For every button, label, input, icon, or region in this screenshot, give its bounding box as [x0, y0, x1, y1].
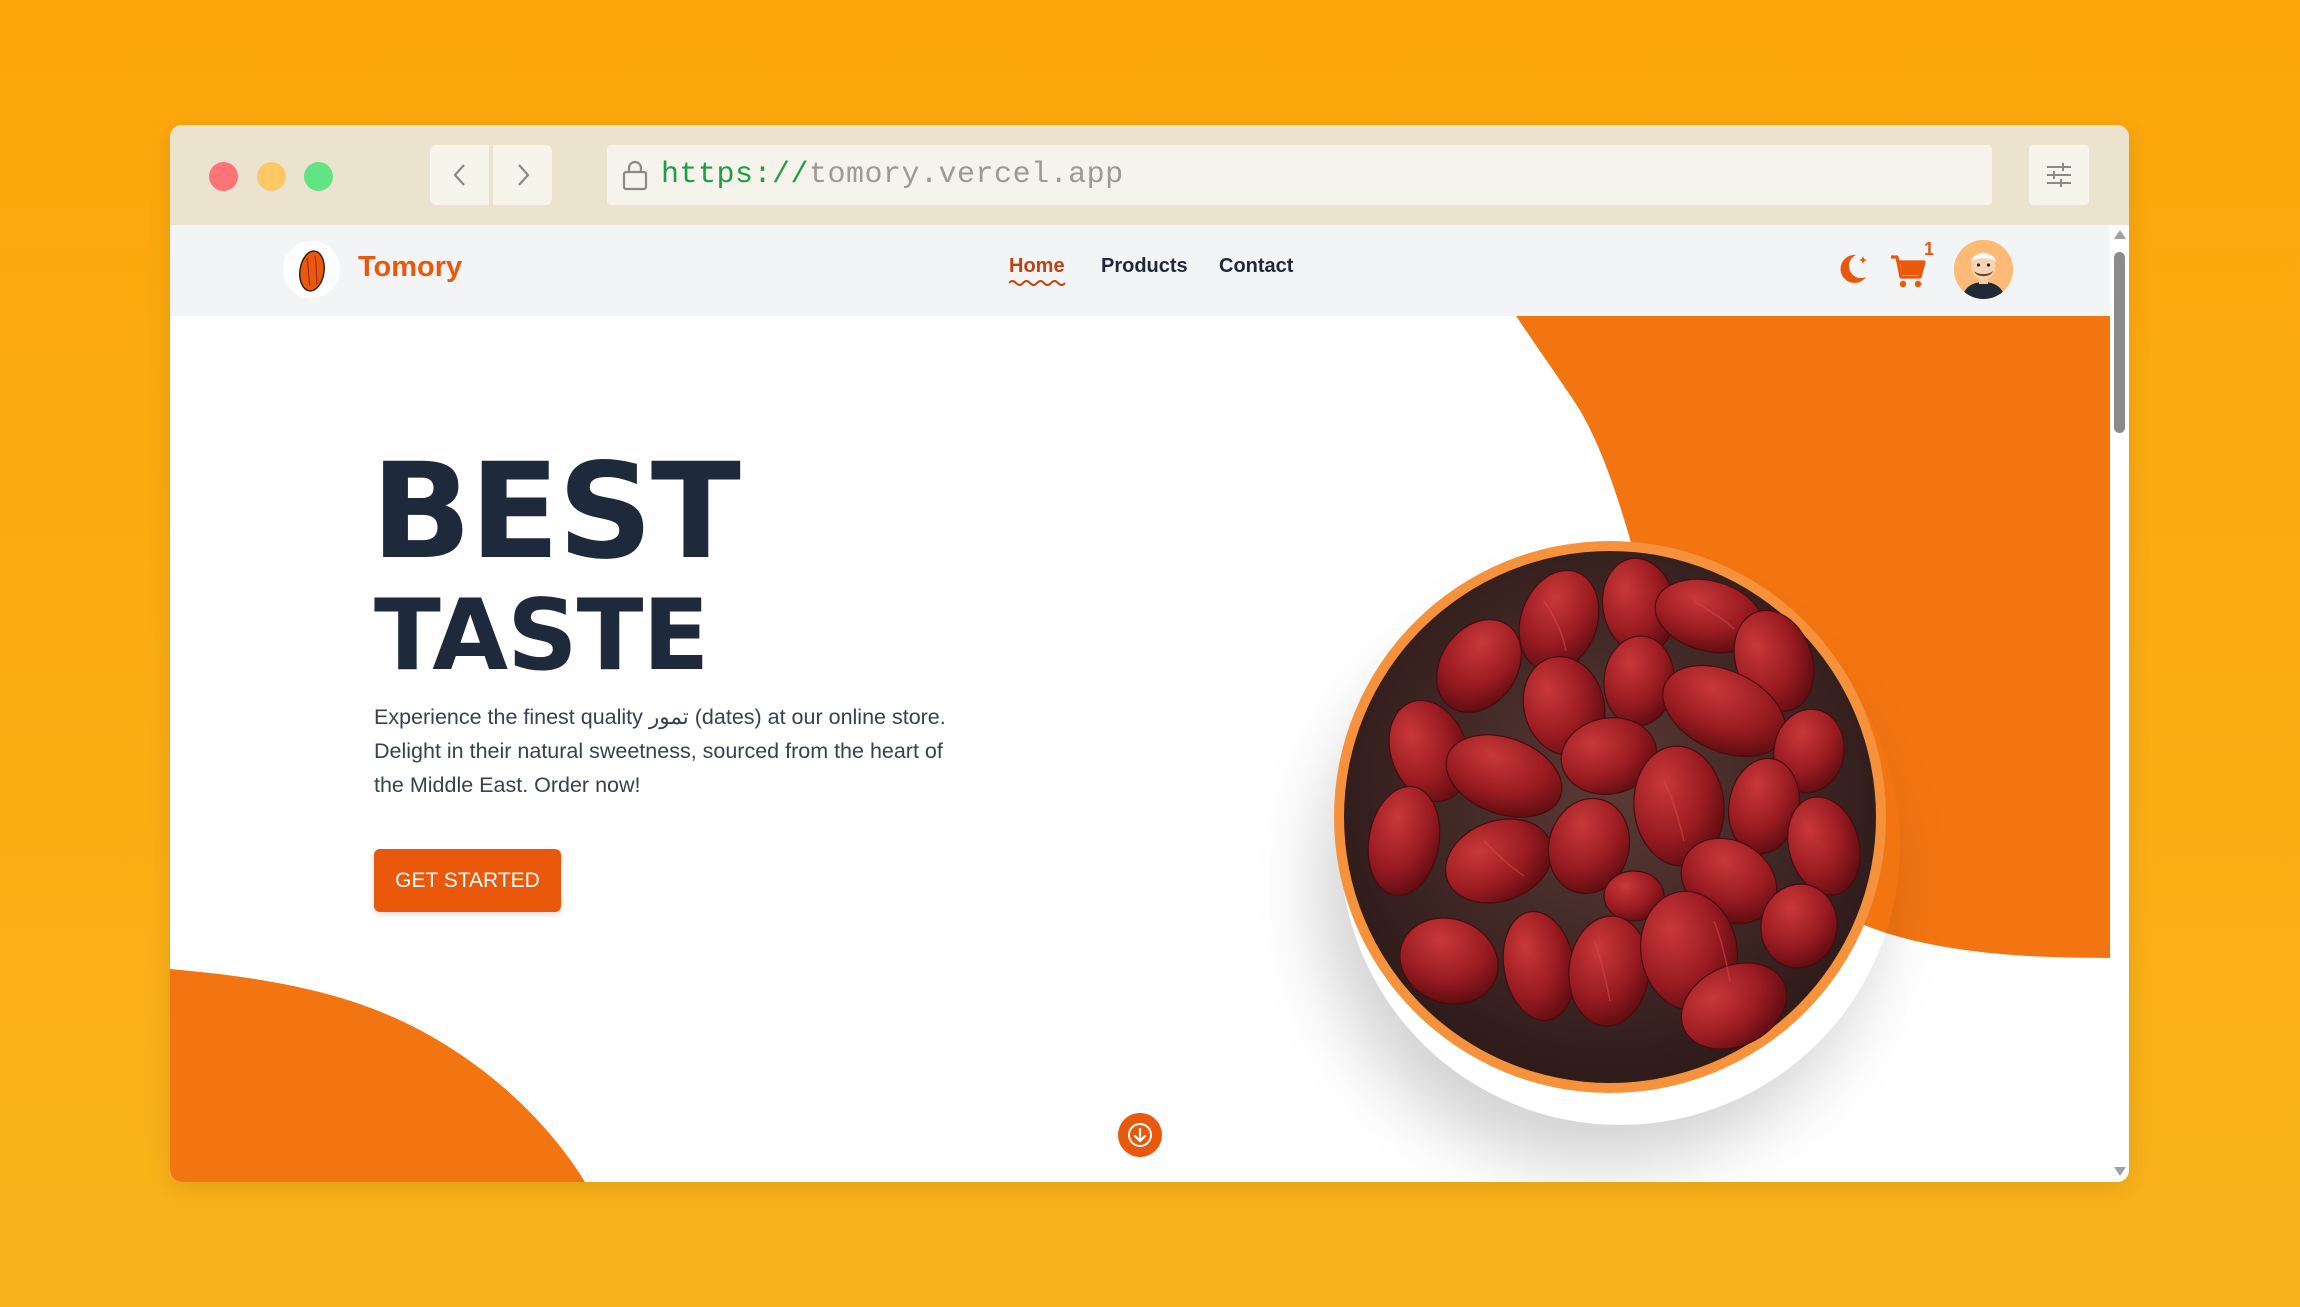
vertical-scrollbar[interactable]: [2110, 225, 2129, 1182]
moon-icon[interactable]: [1836, 251, 1870, 287]
address-bar[interactable]: https://tomory.vercel.app: [607, 145, 1992, 205]
scroll-up-arrow-icon[interactable]: [2114, 230, 2126, 239]
scroll-down-arrow-icon[interactable]: [2114, 1167, 2126, 1176]
get-started-button[interactable]: GET STARTED: [374, 849, 561, 912]
avatar[interactable]: [1954, 240, 2013, 299]
hero-description: Experience the finest quality تمور (date…: [374, 705, 946, 797]
nav-home-label: Home: [1009, 255, 1065, 277]
close-window-button[interactable]: [209, 162, 238, 191]
lock-icon: [619, 157, 651, 193]
minimize-window-button[interactable]: [257, 162, 286, 191]
back-button[interactable]: [430, 145, 489, 205]
hero-title-line1: BEST: [371, 435, 741, 589]
browser-settings-button[interactable]: [2029, 145, 2089, 205]
cart-count-badge: 1: [1924, 239, 1935, 259]
arrow-down-icon: [1128, 1123, 1152, 1147]
sliders-icon: [2047, 163, 2071, 187]
active-underline: [1009, 280, 1066, 286]
page-viewport: Tomory Home Products Contact 1 BEST TAST…: [170, 225, 2110, 1182]
scroll-down-button[interactable]: [1118, 1113, 1162, 1157]
nav-home[interactable]: Home: [1009, 255, 1066, 286]
site-logo[interactable]: [283, 241, 340, 298]
back-icon: [453, 164, 465, 186]
brand-name[interactable]: Tomory: [358, 251, 462, 284]
cart-icon[interactable]: [1889, 253, 1927, 289]
site-navbar: Tomory Home Products Contact 1: [170, 225, 2110, 316]
browser-toolbar: https://tomory.vercel.app: [170, 125, 2129, 225]
maximize-window-button[interactable]: [304, 162, 333, 191]
scrollbar-thumb[interactable]: [2114, 252, 2125, 433]
forward-button[interactable]: [493, 145, 552, 205]
url-text: https://tomory.vercel.app: [661, 158, 1124, 192]
url-host: tomory.vercel.app: [809, 158, 1124, 192]
dates-bowl-image: [1334, 541, 1886, 1093]
browser-window: https://tomory.vercel.app Tomory Home Pr…: [170, 125, 2129, 1182]
url-scheme: https://: [661, 158, 810, 192]
nav-products[interactable]: Products: [1101, 255, 1188, 278]
hero-title-line2: TASTE: [374, 579, 709, 693]
forward-icon: [517, 164, 529, 186]
nav-contact[interactable]: Contact: [1219, 255, 1293, 278]
date-logo-icon: [298, 249, 325, 292]
